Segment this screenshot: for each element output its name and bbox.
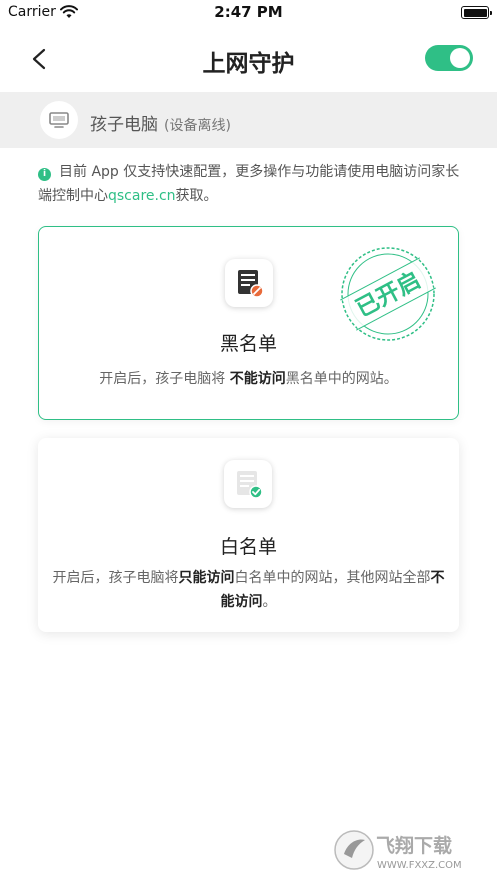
blacklist-icon	[225, 259, 273, 307]
whitelist-desc: 开启后，孩子电脑将只能访问白名单中的网站，其他网站全部不能访问。	[52, 566, 445, 614]
blacklist-desc-prefix: 开启后，孩子电脑将	[99, 371, 230, 387]
info-icon: i	[38, 168, 51, 181]
whitelist-desc-prefix: 开启后，孩子电脑将	[52, 570, 179, 586]
watermark-text: 飞翔下载	[376, 834, 452, 857]
notice-suffix: 获取。	[175, 188, 218, 204]
battery-icon	[461, 6, 492, 19]
page-title: 上网守护	[202, 51, 295, 77]
device-bar[interactable]: 孩子电脑 (设备离线)	[0, 92, 497, 148]
watermark-logo: 飞翔下载 WWW.FXXZ.COM	[334, 830, 462, 871]
device-status: (设备离线)	[164, 118, 231, 134]
computer-icon	[40, 101, 78, 139]
qscare-link[interactable]: qscare.cn	[108, 188, 176, 204]
notice-text: i 目前 App 仅支持快速配置，更多操作与功能请使用电脑访问家长端控制中心qsc…	[38, 160, 468, 208]
status-bar: Carrier 2:47 PM	[0, 0, 497, 26]
blacklist-desc-bold: 不能访问	[229, 371, 286, 387]
blacklist-desc-suffix: 黑名单中的网站。	[285, 371, 398, 387]
device-name: 孩子电脑	[90, 115, 158, 135]
whitelist-icon	[224, 460, 272, 508]
protection-toggle[interactable]	[425, 45, 473, 71]
whitelist-desc-mid: 白名单中的网站，其他网站全部	[234, 570, 431, 586]
blacklist-desc: 开启后，孩子电脑将 不能访问黑名单中的网站。	[53, 367, 444, 391]
nav-bar: 上网守护	[0, 26, 497, 92]
whitelist-desc-suffix: 。	[262, 594, 277, 610]
blacklist-title: 黑名单	[219, 333, 277, 355]
whitelist-desc-bold1: 只能访问	[178, 570, 235, 586]
notice-body: 目前 App 仅支持快速配置，更多操作与功能请使用电脑访问家长端控制中心	[38, 164, 460, 204]
watermark-url: WWW.FXXZ.COM	[377, 860, 462, 871]
whitelist-title: 白名单	[219, 536, 277, 558]
toggle-knob	[450, 48, 470, 68]
clock: 2:47 PM	[214, 3, 283, 21]
blacklist-card[interactable]: 已开启 黑名单 开启后，孩子电脑将 不能访问黑名单中的网站。	[38, 226, 459, 420]
whitelist-card[interactable]: 白名单 开启后，孩子电脑将只能访问白名单中的网站，其他网站全部不能访问。	[38, 438, 459, 632]
